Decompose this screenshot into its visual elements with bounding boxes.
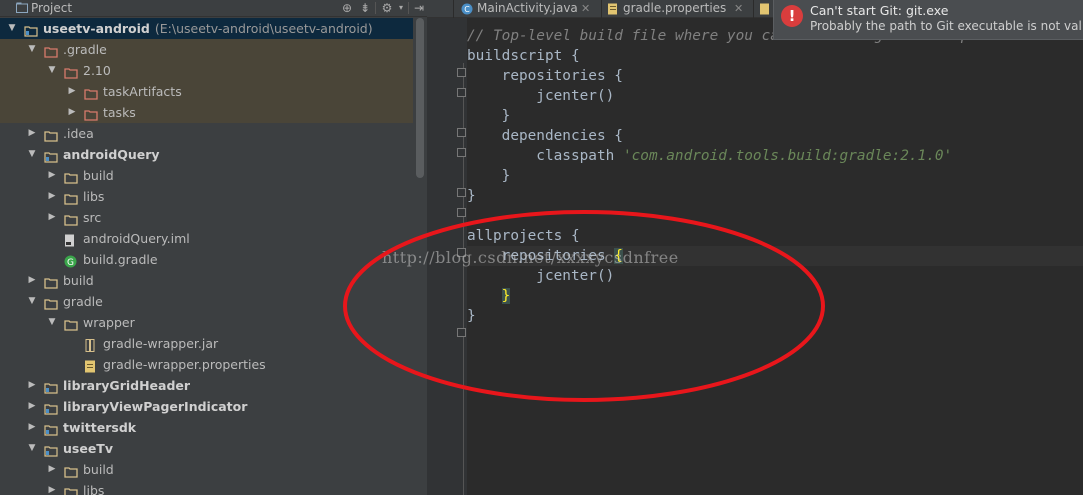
collapse-arrow-icon[interactable]: ▶ <box>67 81 77 102</box>
notification-body: Probably the path to Git executable is n… <box>810 19 1083 33</box>
tree-item[interactable]: ▶ .idea <box>0 123 413 144</box>
chevron-down-icon[interactable]: ▾ <box>394 1 408 15</box>
expand-arrow-icon[interactable]: ▼ <box>27 39 37 60</box>
code-line-classpath: classpath 'com.android.tools.build:gradl… <box>467 148 953 164</box>
tree-item-label: .idea <box>63 126 94 141</box>
tree-item[interactable]: ▼ 2.10 <box>0 60 413 81</box>
close-tab-icon[interactable]: ✕ <box>581 0 590 17</box>
expand-arrow-icon[interactable]: ▼ <box>47 60 57 81</box>
tree-item[interactable]: ▼ useeTv <box>0 438 413 459</box>
fold-marker-icon[interactable] <box>457 68 466 77</box>
tree-item[interactable]: ▶ tasks <box>0 102 413 123</box>
tree-item[interactable]: ▶ build <box>0 165 413 186</box>
expand-arrow-icon[interactable]: ▼ <box>27 438 37 459</box>
collapse-arrow-icon[interactable]: ▶ <box>27 396 37 417</box>
project-scrollbar-thumb[interactable] <box>416 18 424 178</box>
folder-icon <box>64 484 78 495</box>
tree-item-label: .gradle <box>63 42 107 57</box>
expand-arrow-icon[interactable]: ▼ <box>47 312 57 333</box>
tree-item[interactable]: ▶ build <box>0 459 413 480</box>
tree-item-label: useeTv <box>63 441 113 456</box>
code-line: } <box>467 168 511 184</box>
tree-item-label: 2.10 <box>83 63 111 78</box>
code-line: repositories { <box>467 68 623 84</box>
gradle-file-icon[interactable] <box>759 3 771 15</box>
collapse-all-icon[interactable]: ⇟ <box>358 1 372 15</box>
gear-icon[interactable]: ⚙ <box>380 1 394 15</box>
tree-item[interactable]: ▼ useetv-android (E:\useetv-android\useetv… <box>0 18 413 39</box>
tree-item-label: androidQuery.iml <box>83 231 190 246</box>
close-tab-icon[interactable]: ✕ <box>734 0 743 17</box>
collapse-arrow-icon[interactable]: ▶ <box>47 480 57 495</box>
expand-arrow-icon[interactable]: ▼ <box>7 18 17 39</box>
expand-arrow-icon[interactable]: ▼ <box>27 291 37 312</box>
notification-title: Can't start Git: git.exe <box>810 3 949 18</box>
tree-item[interactable]: ▼ .gradle <box>0 39 413 60</box>
collapse-arrow-icon[interactable]: ▶ <box>47 459 57 480</box>
code-line: } <box>467 108 511 124</box>
collapse-arrow-icon[interactable]: ▶ <box>47 207 57 228</box>
tab-gradle-properties[interactable]: gradle.properties ✕ <box>603 0 751 18</box>
tree-item-label: taskArtifacts <box>103 84 182 99</box>
code-line: } <box>467 188 476 204</box>
hide-panel-icon[interactable]: ⇥ <box>412 1 426 15</box>
tree-item[interactable]: ▶ libs <box>0 186 413 207</box>
svg-text:C: C <box>464 5 470 14</box>
tab-label: MainActivity.java <box>477 1 578 15</box>
fold-marker-icon[interactable] <box>457 188 466 197</box>
fold-marker-icon[interactable] <box>457 88 466 97</box>
tab-mainactivity[interactable]: C MainActivity.java ✕ <box>457 0 599 18</box>
tree-item[interactable]: ▶ taskArtifacts <box>0 81 413 102</box>
tree-item-label: twittersdk <box>63 420 137 435</box>
tree-item-label: gradle-wrapper.properties <box>103 357 266 372</box>
error-icon: ! <box>781 5 803 27</box>
tree-item-label: gradle <box>63 294 103 309</box>
tree-item[interactable]: ▼ androidQuery <box>0 144 413 165</box>
expand-arrow-icon[interactable]: ▼ <box>27 144 37 165</box>
collapse-arrow-icon[interactable]: ▶ <box>47 165 57 186</box>
tree-item-label: libraryViewPagerIndicator <box>63 399 248 414</box>
collapse-arrow-icon[interactable]: ▶ <box>27 123 37 144</box>
tree-item-label: build <box>83 168 114 183</box>
tree-item-label: tasks <box>103 105 136 120</box>
scroll-from-source-icon[interactable]: ⊕ <box>340 1 354 15</box>
tree-item[interactable]: ▶ libs <box>0 480 413 495</box>
svg-text:G: G <box>67 258 74 268</box>
tree-item-label: libs <box>83 483 105 495</box>
fold-marker-icon[interactable] <box>457 128 466 137</box>
tree-item-label: src <box>83 210 102 225</box>
collapse-arrow-icon[interactable]: ▶ <box>47 186 57 207</box>
project-panel-title: Project <box>31 1 73 15</box>
properties-file-icon <box>608 3 617 15</box>
collapse-arrow-icon[interactable]: ▶ <box>27 375 37 396</box>
tree-item-label: gradle-wrapper.jar <box>103 336 219 351</box>
tree-item[interactable]: ▶ twittersdk <box>0 417 413 438</box>
collapse-arrow-icon[interactable]: ▶ <box>27 417 37 438</box>
project-path: (E:\useetv-android\useetv-android) <box>154 21 373 36</box>
classpath-string: 'com.android.tools.build:gradle:2.1.0' <box>622 148 953 164</box>
collapse-arrow-icon[interactable]: ▶ <box>27 270 37 291</box>
tree-item-label: useetv-android (E:\useetv-android\useetv-… <box>43 21 373 36</box>
tree-item-label: build.gradle <box>83 252 158 267</box>
tab-label: gradle.properties <box>623 1 727 15</box>
project-panel-header: Project ⊕ ⇟ ⚙ ▾ ⇥ <box>0 0 427 17</box>
code-line: jcenter() <box>467 88 615 104</box>
code-line: buildscript { <box>467 48 580 64</box>
tree-item-label: build <box>63 273 94 288</box>
tree-item-label: build <box>83 462 114 477</box>
collapse-arrow-icon[interactable]: ▶ <box>67 102 77 123</box>
git-error-notification[interactable]: ! Can't start Git: git.exe Probably the … <box>773 0 1083 40</box>
project-folder-icon <box>16 2 28 13</box>
java-class-icon: C <box>461 3 473 15</box>
tree-item-label: androidQuery <box>63 147 160 162</box>
code-line: dependencies { <box>467 128 623 144</box>
tree-item-label: wrapper <box>83 315 135 330</box>
annotation-circle <box>343 210 825 402</box>
fold-marker-icon[interactable] <box>457 148 466 157</box>
tree-item-label: libraryGridHeader <box>63 378 191 393</box>
tree-item-label: libs <box>83 189 105 204</box>
